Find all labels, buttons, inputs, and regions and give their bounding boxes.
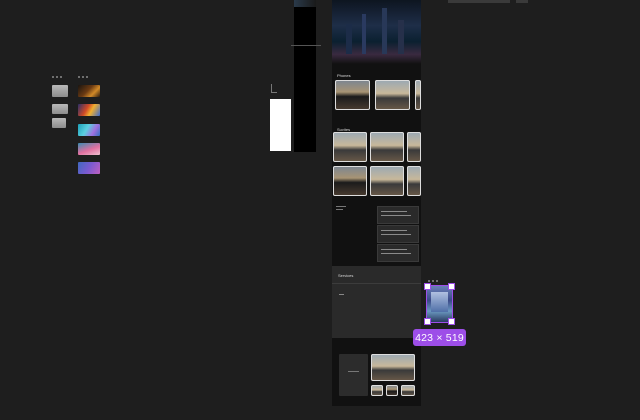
car-image[interactable] <box>415 80 421 110</box>
resize-handle-top-right[interactable] <box>448 283 455 290</box>
car-image[interactable] <box>333 132 367 162</box>
toolbar-strip[interactable] <box>516 0 528 3</box>
text-placeholder <box>336 209 343 210</box>
image-thumbnail[interactable] <box>78 124 100 136</box>
phones-section: Phones <box>332 64 421 126</box>
car-image[interactable] <box>333 166 367 196</box>
resize-handle-bottom-left[interactable] <box>424 318 431 325</box>
car-image[interactable] <box>407 132 421 162</box>
resize-handle-top-left[interactable] <box>424 283 431 290</box>
image-thumbnail[interactable] <box>52 104 68 114</box>
selected-frame-image <box>431 292 448 312</box>
image-thumbnail[interactable] <box>78 85 100 97</box>
footer-section <box>332 338 421 406</box>
section-title-phones: Phones <box>337 73 351 78</box>
image-thumbnail[interactable] <box>78 104 100 116</box>
tall-dark-frame[interactable] <box>294 0 316 152</box>
footer-card[interactable] <box>339 354 368 396</box>
frame-menu-dots-icon[interactable] <box>78 76 88 79</box>
selected-frame[interactable] <box>426 285 453 323</box>
gallery-image-large[interactable] <box>371 354 415 381</box>
image-thumbnail[interactable] <box>52 85 68 97</box>
section-title-services: Services <box>338 273 354 278</box>
white-frame[interactable] <box>270 99 291 151</box>
dimension-badge: 423 × 519 <box>413 329 466 346</box>
guide-line <box>271 92 277 93</box>
hero-city-image[interactable] <box>332 0 421 64</box>
hero-tower <box>362 14 366 54</box>
review-card[interactable] <box>377 206 419 224</box>
gallery-image-small[interactable] <box>386 385 398 396</box>
review-card[interactable] <box>377 244 419 262</box>
guide-line <box>271 84 272 92</box>
image-thumbnail[interactable] <box>52 118 66 128</box>
gallery-image-small[interactable] <box>371 385 383 396</box>
reviews-section <box>332 198 421 266</box>
image-thumbnail[interactable] <box>78 143 100 155</box>
car-image[interactable] <box>335 80 370 110</box>
resize-handle-bottom-right[interactable] <box>448 318 455 325</box>
car-image[interactable] <box>370 132 404 162</box>
hero-tower <box>346 24 352 54</box>
frame-image-strip <box>294 0 316 7</box>
toolbar-strip[interactable] <box>448 0 510 3</box>
gallery-image-small[interactable] <box>401 385 415 396</box>
divider <box>332 283 421 284</box>
hero-tower <box>382 8 387 54</box>
text-placeholder <box>336 206 346 207</box>
image-thumbnail[interactable] <box>78 162 100 174</box>
review-card[interactable] <box>377 225 419 243</box>
car-image[interactable] <box>375 80 410 110</box>
hero-tower <box>398 20 404 54</box>
suvs-section: Suvites <box>332 126 421 198</box>
frame-menu-dots-icon[interactable] <box>52 76 62 79</box>
divider <box>291 45 321 46</box>
car-image[interactable] <box>407 166 421 196</box>
car-image[interactable] <box>370 166 404 196</box>
text-placeholder <box>348 371 359 372</box>
text-placeholder <box>339 294 344 295</box>
services-section: Services <box>332 266 421 338</box>
